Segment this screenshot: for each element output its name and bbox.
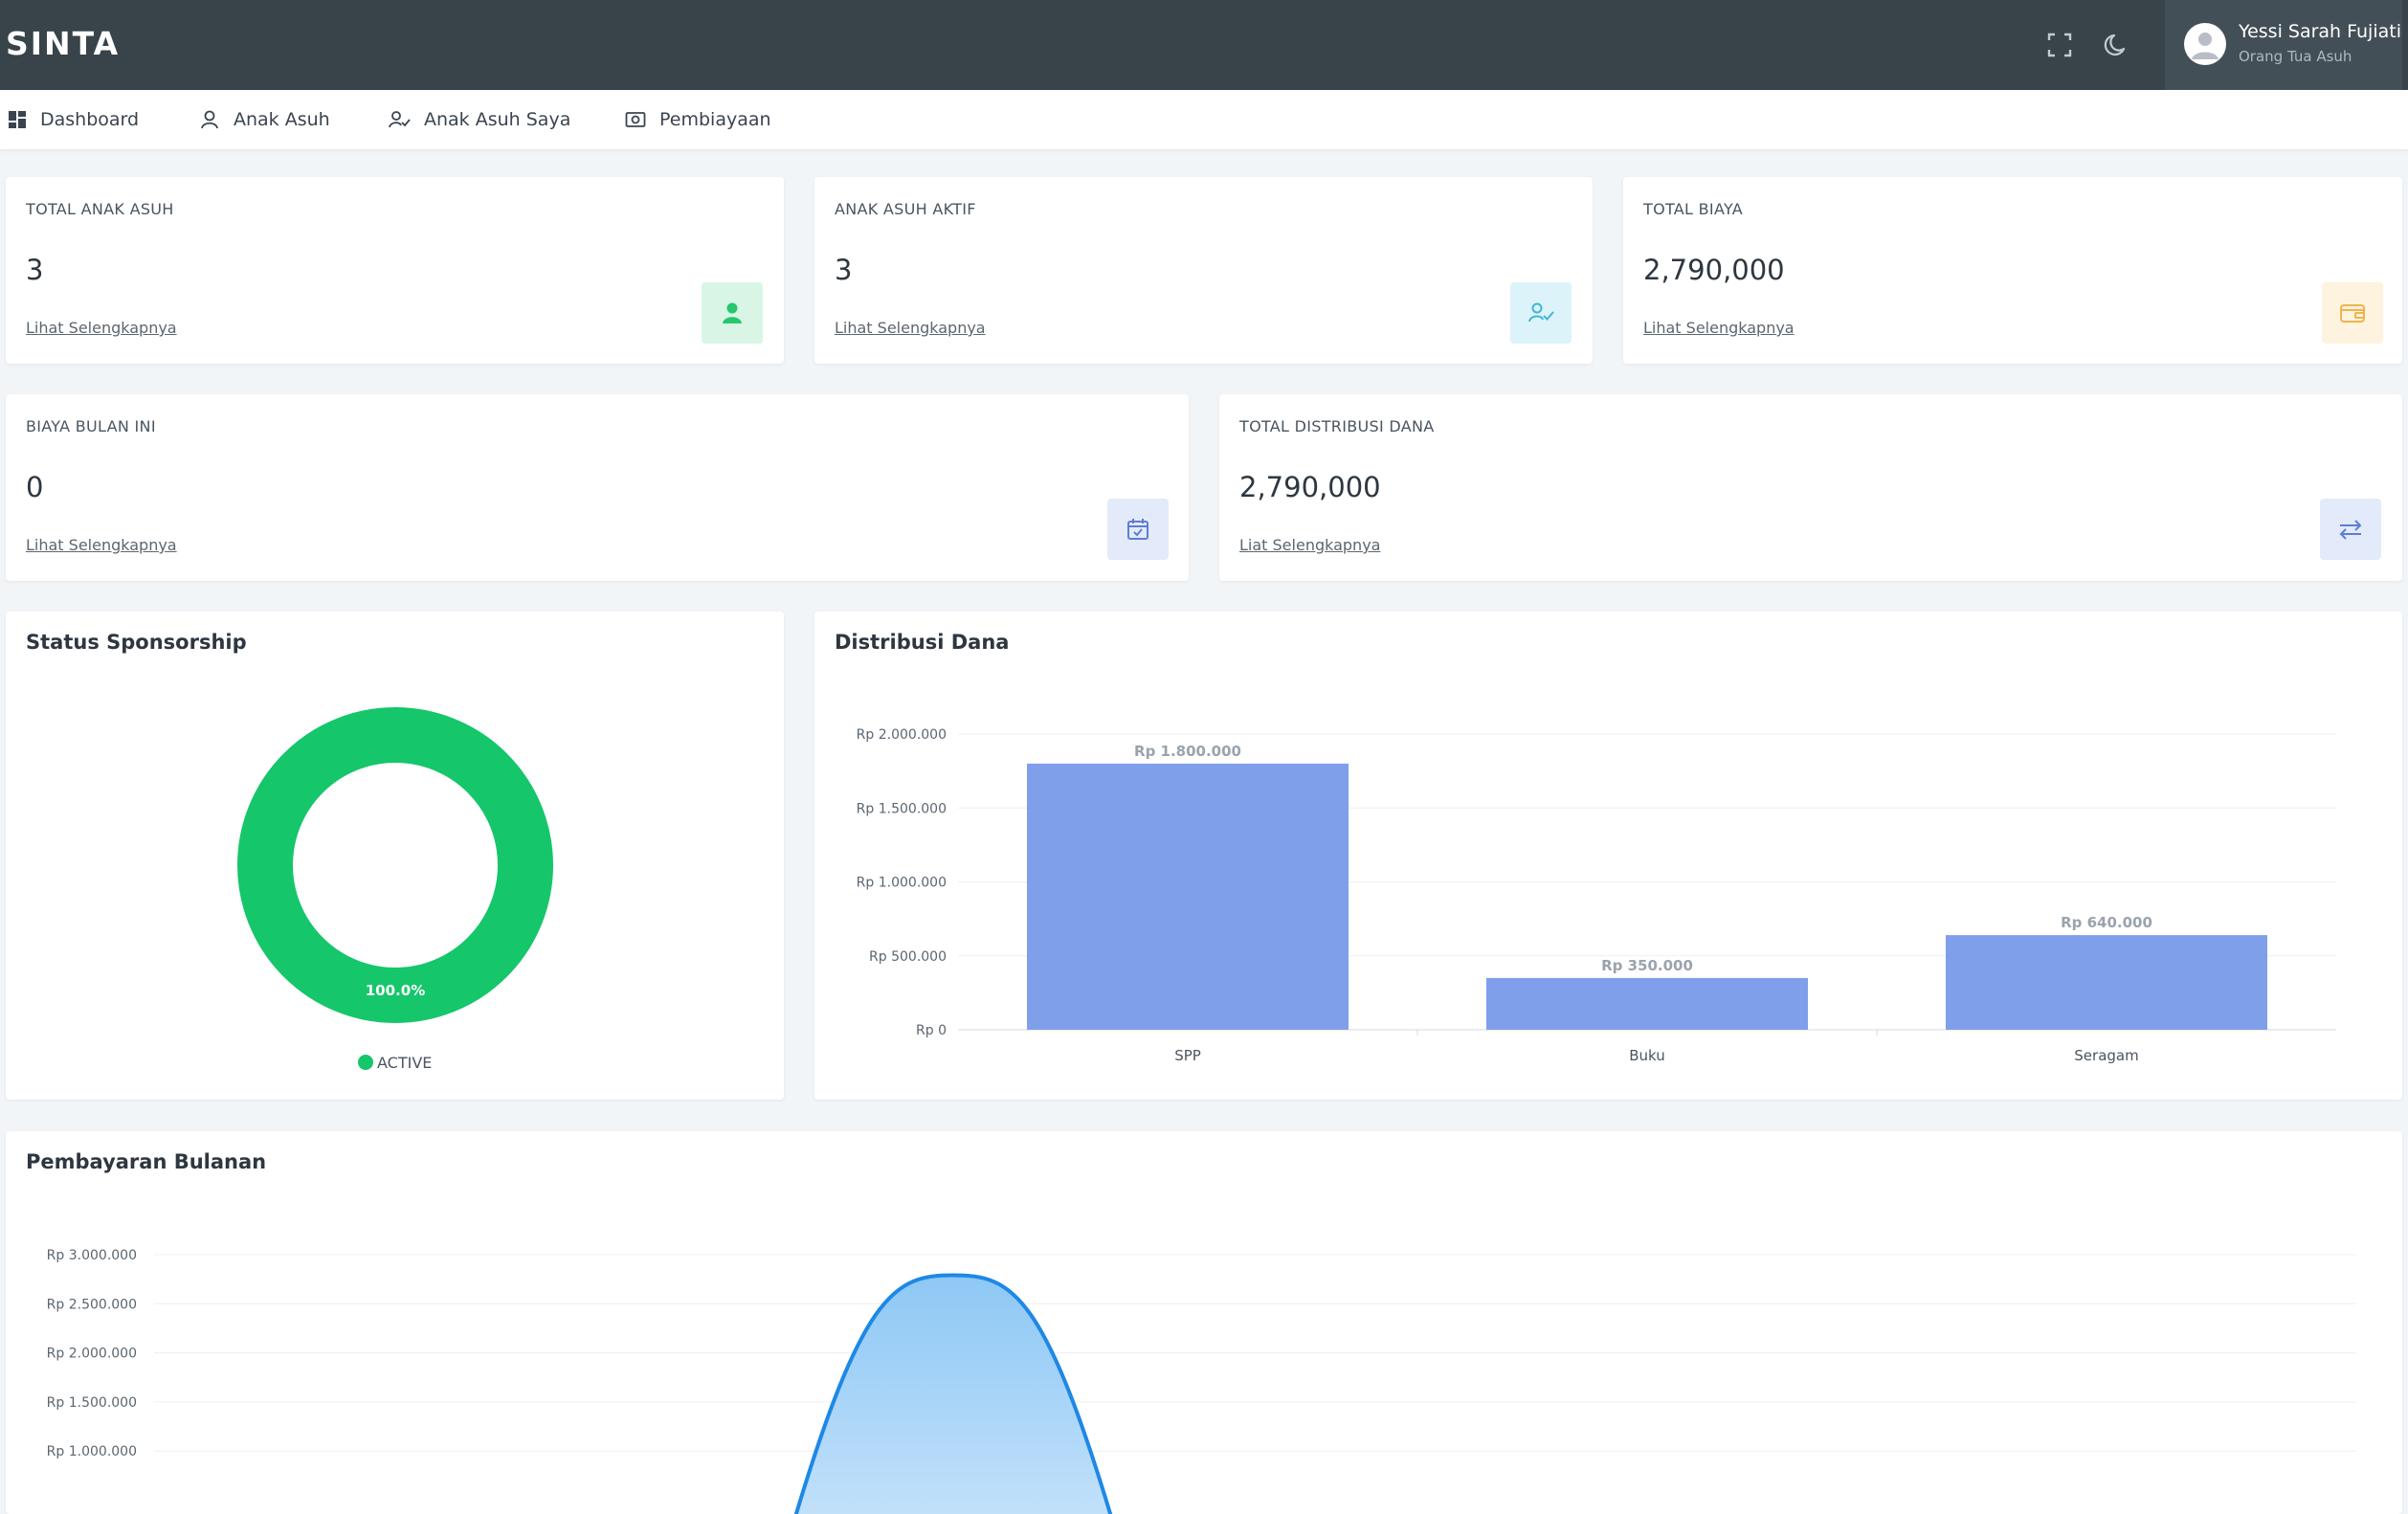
user-role: Orang Tua Asuh bbox=[2239, 48, 2352, 65]
stat-value: 2,790,000 bbox=[1643, 254, 1785, 286]
top-bar: SINTA Yessi Sarah Fujiati Orang Tua Asuh bbox=[0, 0, 2408, 90]
pembayaran-bulanan-card: Pembayaran Bulanan Rp 1.000.000 Rp 1.500.… bbox=[6, 1131, 2402, 1514]
user-check-icon bbox=[1528, 302, 1554, 323]
y-tick-label: Rp 1.500.000 bbox=[857, 801, 947, 816]
avatar-icon bbox=[2192, 33, 2218, 59]
stat-label: TOTAL DISTRIBUSI DANA bbox=[1239, 417, 1435, 435]
nav-item-label: Anak Asuh Saya bbox=[424, 109, 571, 130]
y-tick-label: Rp 2.500.000 bbox=[47, 1297, 137, 1312]
donut-data-label: 100.0% bbox=[366, 982, 425, 999]
stat-value: 3 bbox=[835, 254, 853, 286]
see-more-link[interactable]: Lihat Selengkapnya bbox=[26, 319, 177, 337]
see-more-link[interactable]: Lihat Selengkapnya bbox=[1643, 319, 1795, 337]
stat-icon-box bbox=[702, 282, 763, 344]
user-check-icon bbox=[389, 111, 411, 128]
x-tick-label: Seragam bbox=[2074, 1047, 2138, 1064]
bar-data-label: Rp 1.800.000 bbox=[1134, 743, 1241, 760]
y-tick-label: Rp 1.000.000 bbox=[47, 1444, 137, 1459]
nav-item-dashboard[interactable]: Dashboard bbox=[8, 90, 139, 149]
stat-icon-box bbox=[2322, 282, 2383, 344]
y-tick-label: Rp 1.500.000 bbox=[47, 1395, 137, 1411]
donut-slice-active[interactable] bbox=[237, 707, 553, 1023]
y-tick-label: Rp 2.000.000 bbox=[857, 727, 947, 743]
dark-mode-moon-icon[interactable] bbox=[2101, 29, 2133, 61]
stat-icon-box bbox=[2320, 499, 2381, 560]
stat-label: TOTAL ANAK ASUH bbox=[26, 200, 174, 218]
stat-card-anak-asuh-aktif: ANAK ASUH AKTIF 3 Lihat Selengkapnya bbox=[814, 177, 1593, 364]
stat-card-total-anak-asuh: TOTAL ANAK ASUH 3 Lihat Selengkapnya bbox=[6, 177, 784, 364]
see-more-link[interactable]: Lihat Selengkapnya bbox=[26, 536, 177, 554]
nav-item-label: Anak Asuh bbox=[234, 109, 330, 130]
see-more-link[interactable]: Lihat Selengkapnya bbox=[835, 319, 986, 337]
y-tick-label: Rp 3.000.000 bbox=[47, 1248, 137, 1263]
stat-label: BIAYA BULAN INI bbox=[26, 417, 156, 435]
stat-card-total-distribusi-dana: TOTAL DISTRIBUSI DANA 2,790,000 Liat Sel… bbox=[1219, 394, 2402, 581]
distribusi-dana-card: Distribusi Dana Rp 0 Rp 500.000 Rp 1.000.0… bbox=[814, 612, 2402, 1100]
user-menu[interactable]: Yessi Sarah Fujiati Orang Tua Asuh bbox=[2165, 0, 2402, 90]
stat-card-total-biaya: TOTAL BIAYA 2,790,000 Lihat Selengkapnya bbox=[1623, 177, 2402, 364]
money-icon bbox=[625, 112, 646, 127]
stat-label: TOTAL BIAYA bbox=[1643, 200, 1744, 218]
bar[interactable] bbox=[1486, 977, 1808, 1030]
bar-data-label: Rp 350.000 bbox=[1601, 957, 1693, 974]
stat-value: 0 bbox=[26, 471, 44, 503]
y-tick-label: Rp 1.000.000 bbox=[857, 876, 947, 891]
pembayaran-bulanan-chart: Rp 1.000.000 Rp 1.500.000 Rp 2.000.000 Rp 2… bbox=[47, 1248, 2355, 1514]
bar[interactable] bbox=[1946, 935, 2267, 1030]
nav-item-anak-asuh[interactable]: Anak Asuh bbox=[199, 90, 330, 149]
user-icon bbox=[201, 110, 218, 129]
main-nav: Dashboard Anak Asuh Anak Asuh Saya Pembi… bbox=[0, 90, 2408, 150]
stat-icon-box bbox=[1510, 282, 1572, 344]
x-tick-label: SPP bbox=[1174, 1047, 1201, 1064]
bar-data-label: Rp 640.000 bbox=[2061, 914, 2152, 931]
see-more-link[interactable]: Liat Selengkapnya bbox=[1239, 536, 1380, 554]
y-tick-label: Rp 0 bbox=[916, 1023, 947, 1038]
nav-item-label: Dashboard bbox=[40, 109, 140, 130]
stat-label: ANAK ASUH AKTIF bbox=[835, 200, 976, 218]
stat-value: 2,790,000 bbox=[1239, 471, 1381, 503]
user-name: Yessi Sarah Fujiati bbox=[2239, 21, 2401, 42]
distribusi-dana-chart: Rp 0 Rp 500.000 Rp 1.000.000 Rp 1.500.000 Rp… bbox=[857, 727, 2336, 1064]
legend-label[interactable]: ACTIVE bbox=[377, 1054, 432, 1072]
avatar bbox=[2184, 23, 2226, 65]
app-logo[interactable]: SINTA bbox=[6, 25, 120, 62]
user-icon bbox=[723, 302, 742, 323]
legend-marker bbox=[358, 1055, 373, 1070]
fullscreen-icon[interactable] bbox=[2043, 29, 2076, 61]
status-sponsorship-chart: 100.0% ACTIVE bbox=[237, 707, 553, 1072]
stat-value: 3 bbox=[26, 254, 44, 286]
stat-card-biaya-bulan-ini: BIAYA BULAN INI 0 Lihat Selengkapnya bbox=[6, 394, 1189, 581]
nav-item-anak-asuh-saya[interactable]: Anak Asuh Saya bbox=[388, 90, 570, 149]
stat-icon-box bbox=[1107, 499, 1169, 560]
nav-item-label: Pembiayaan bbox=[659, 109, 771, 130]
y-tick-label: Rp 500.000 bbox=[869, 949, 947, 965]
wallet-icon bbox=[2340, 304, 2365, 323]
nav-item-pembiayaan[interactable]: Pembiayaan bbox=[625, 90, 771, 149]
bar[interactable] bbox=[1027, 763, 1349, 1030]
transfer-icon bbox=[2339, 520, 2362, 540]
calendar-check-icon bbox=[1127, 519, 1148, 540]
y-tick-label: Rp 2.000.000 bbox=[47, 1347, 137, 1362]
x-tick-label: Buku bbox=[1629, 1047, 1665, 1064]
status-sponsorship-card: Status Sponsorship 100.0% ACTIVE bbox=[6, 612, 784, 1100]
dashboard-icon bbox=[9, 111, 26, 128]
